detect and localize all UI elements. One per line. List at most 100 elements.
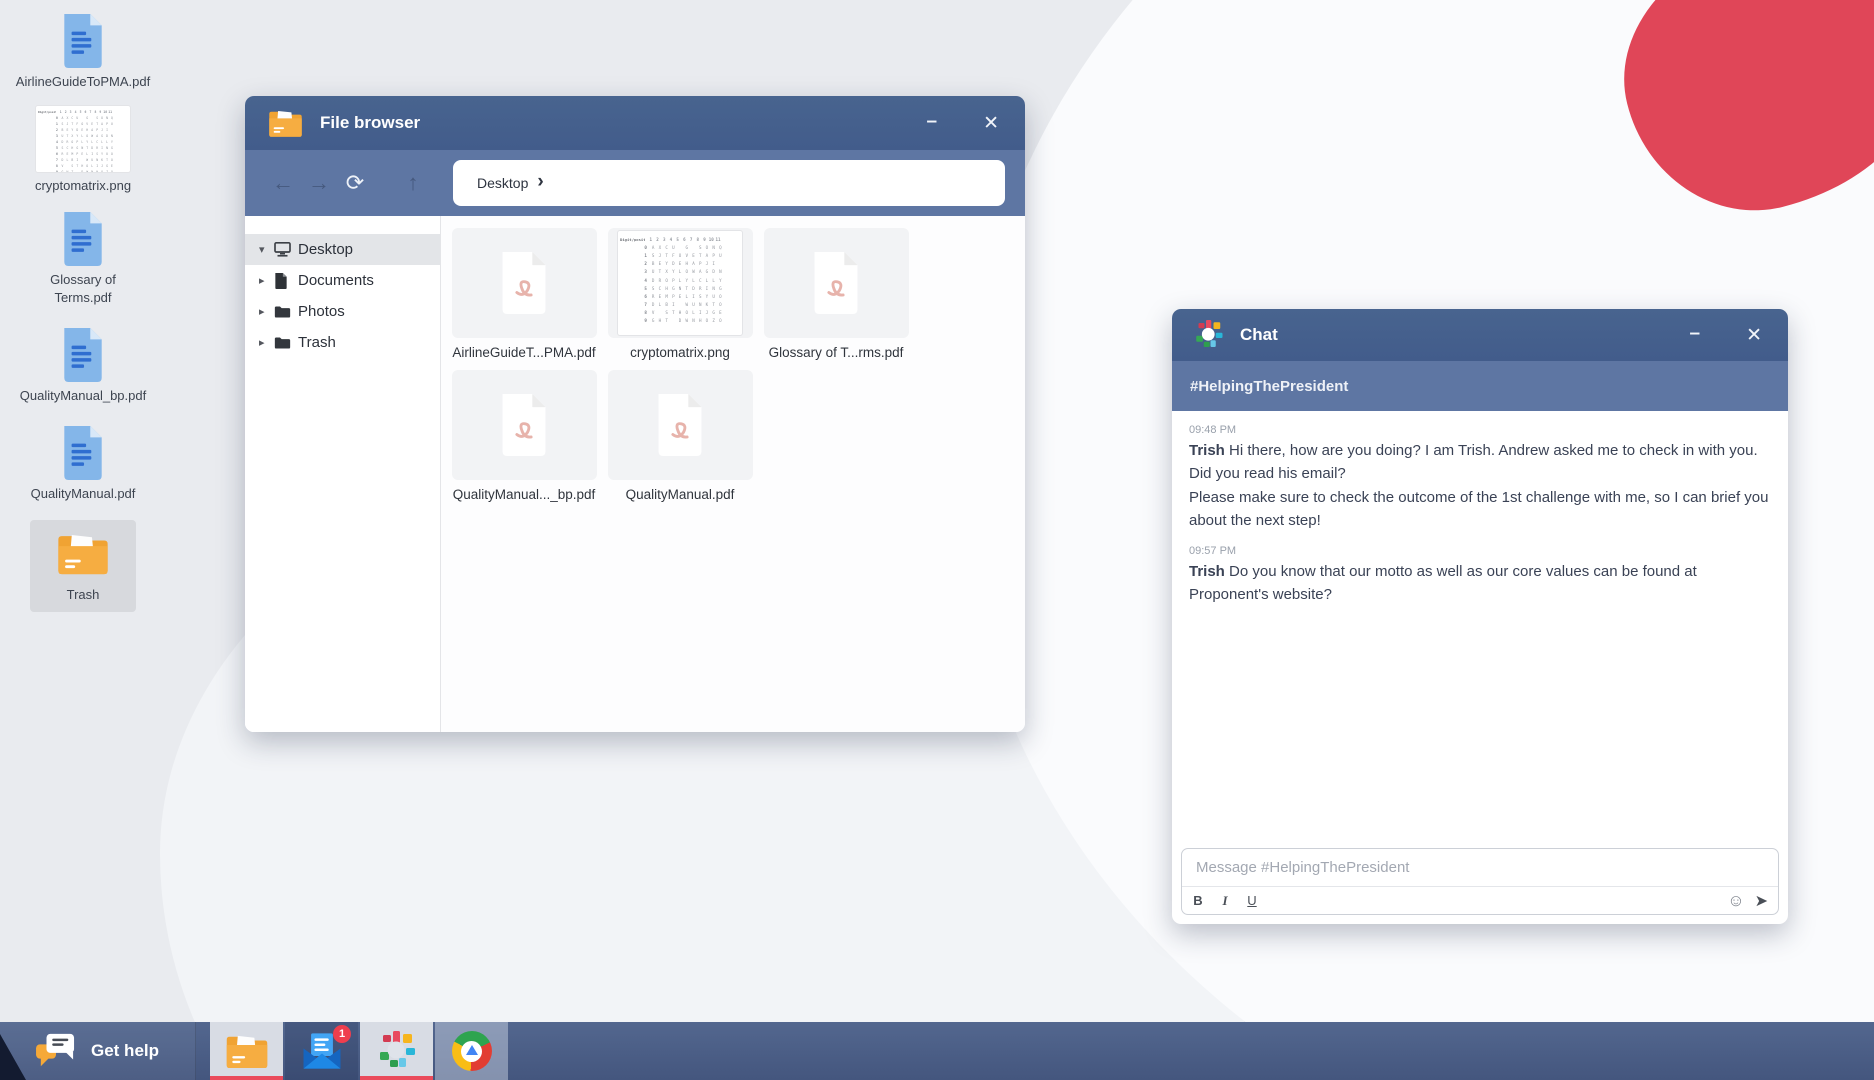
file-grid: AirlineGuideT...PMA.pdf Digit/position12… bbox=[441, 216, 1025, 732]
message-text: Trish Do you know that our motto as well… bbox=[1189, 560, 1771, 607]
file-name: AirlineGuideT...PMA.pdf bbox=[452, 345, 595, 360]
channel-header: #HelpingThePresident bbox=[1172, 361, 1788, 411]
desktop-icon-airlineguide-pdf[interactable]: AirlineGuideToPMA.pdf bbox=[0, 14, 166, 91]
file-item-glossary[interactable]: Glossary of T...rms.pdf bbox=[763, 228, 909, 360]
taskbar-file-browser[interactable] bbox=[210, 1022, 283, 1080]
chat-window: Chat – ✕ #HelpingThePresident 09:48 PM T… bbox=[1172, 309, 1788, 924]
pdf-preview-icon bbox=[498, 252, 550, 314]
file-browser-sidebar: ▾ Desktop ▸ Documents ▸ bbox=[245, 216, 441, 732]
desktop-screen: AirlineGuideToPMA.pdf Digit/position1234… bbox=[0, 0, 1874, 1080]
taskbar-chat[interactable] bbox=[360, 1022, 433, 1080]
browser-icon bbox=[452, 1031, 492, 1071]
breadcrumb-location[interactable]: Desktop bbox=[477, 175, 528, 191]
message-timestamp: 09:48 PM bbox=[1189, 424, 1771, 436]
desktop-icon-qualitymanual-pdf[interactable]: QualityManual.pdf bbox=[0, 426, 166, 503]
get-help-label: Get help bbox=[91, 1041, 159, 1061]
message-body: Hi there, how are you doing? I am Trish.… bbox=[1189, 442, 1758, 482]
refresh-icon[interactable]: ⟳ bbox=[337, 170, 373, 196]
file-item-qualitymanual[interactable]: QualityManual.pdf bbox=[607, 370, 753, 502]
pdf-file-icon bbox=[61, 328, 105, 382]
chat-message-list: 09:48 PM Trish Hi there, how are you doi… bbox=[1172, 411, 1788, 848]
message-timestamp: 09:57 PM bbox=[1189, 545, 1771, 557]
file-thumbnail bbox=[764, 228, 909, 338]
pdf-preview-icon bbox=[498, 394, 550, 456]
window-title: Chat bbox=[1240, 325, 1278, 345]
back-icon[interactable]: ← bbox=[265, 170, 301, 196]
chat-app-icon bbox=[1194, 320, 1224, 350]
minimize-icon[interactable]: – bbox=[1690, 324, 1701, 343]
tree-expander-icon[interactable]: ▸ bbox=[259, 305, 274, 318]
sidebar-item-label: Desktop bbox=[298, 241, 353, 258]
desktop-icon-cryptomatrix-png[interactable]: Digit/position12345678910110AXCU G SONQ1… bbox=[0, 106, 166, 195]
sidebar-item-photos[interactable]: ▸ Photos bbox=[245, 296, 440, 327]
bold-button[interactable]: B bbox=[1192, 893, 1204, 908]
sidebar-item-trash[interactable]: ▸ Trash bbox=[245, 327, 440, 358]
cryptomatrix-grid: Digit/position12345678910110AXCU G SONQ1… bbox=[38, 109, 128, 172]
chat-message: 09:57 PM Trish Do you know that our mott… bbox=[1189, 545, 1771, 607]
chat-app-icon bbox=[377, 1031, 417, 1071]
file-thumbnail bbox=[608, 370, 753, 480]
close-icon[interactable]: ✕ bbox=[1746, 326, 1762, 345]
pdf-preview-icon bbox=[654, 394, 706, 456]
desktop-icon-label: AirlineGuideToPMA.pdf bbox=[16, 73, 150, 91]
breadcrumb[interactable]: Desktop › bbox=[453, 160, 1005, 206]
tree-expander-icon[interactable]: ▸ bbox=[259, 274, 274, 287]
sidebar-item-label: Documents bbox=[298, 272, 374, 289]
folder-icon bbox=[274, 305, 298, 319]
close-icon[interactable]: ✕ bbox=[983, 114, 999, 133]
file-name: Glossary of T...rms.pdf bbox=[769, 345, 904, 360]
emoji-icon[interactable]: ☺ bbox=[1727, 891, 1744, 911]
file-item-qualitymanual-bp[interactable]: QualityManual..._bp.pdf bbox=[451, 370, 597, 502]
underline-button[interactable]: U bbox=[1246, 893, 1258, 908]
get-help-button[interactable]: Get help bbox=[0, 1022, 196, 1080]
file-browser-window: File browser – ✕ ← → ⟳ ↑ Desktop › ▾ bbox=[245, 96, 1025, 732]
message-text: Trish Hi there, how are you doing? I am … bbox=[1189, 439, 1771, 486]
minimize-icon[interactable]: – bbox=[927, 112, 938, 131]
desktop-icon-label: cryptomatrix.png bbox=[35, 177, 131, 195]
pdf-preview-icon bbox=[810, 252, 862, 314]
desktop-icon-label: QualityManual_bp.pdf bbox=[20, 387, 146, 405]
desktop-icon-trash[interactable]: Trash bbox=[0, 520, 166, 612]
cryptomatrix-grid: Digit/position12345678910110AXCU G SONQ1… bbox=[620, 235, 740, 325]
folder-icon bbox=[274, 336, 298, 350]
up-icon[interactable]: ↑ bbox=[395, 170, 431, 196]
send-icon[interactable]: ➤ bbox=[1755, 891, 1768, 911]
message-body-line2: Please make sure to check the outcome of… bbox=[1189, 486, 1771, 533]
chevron-right-icon: › bbox=[537, 171, 543, 193]
cryptomatrix-thumbnail: Digit/position12345678910110AXCU G SONQ1… bbox=[36, 106, 130, 172]
forward-icon[interactable]: → bbox=[301, 170, 337, 196]
trash-folder-icon bbox=[55, 530, 111, 578]
file-thumbnail: Digit/position12345678910110AXCU G SONQ1… bbox=[608, 228, 753, 338]
desktop-icon-label: Trash bbox=[67, 586, 100, 604]
cryptomatrix-preview: Digit/position12345678910110AXCU G SONQ1… bbox=[618, 231, 742, 335]
file-item-airlineguide[interactable]: AirlineGuideT...PMA.pdf bbox=[451, 228, 597, 360]
file-browser-toolbar: ← → ⟳ ↑ Desktop › bbox=[245, 150, 1025, 216]
taskbar-email[interactable]: 1 bbox=[285, 1022, 358, 1080]
file-name: QualityManual..._bp.pdf bbox=[453, 487, 596, 502]
chat-message: 09:48 PM Trish Hi there, how are you doi… bbox=[1189, 424, 1771, 532]
tree-expander-icon[interactable]: ▸ bbox=[259, 336, 274, 349]
monitor-icon bbox=[274, 242, 298, 257]
sidebar-item-label: Photos bbox=[298, 303, 345, 320]
message-body: Do you know that our motto as well as ou… bbox=[1189, 563, 1697, 603]
sidebar-item-documents[interactable]: ▸ Documents bbox=[245, 265, 440, 296]
desktop-icon-glossary-pdf[interactable]: Glossary of Terms.pdf bbox=[0, 212, 166, 306]
pdf-file-icon bbox=[61, 212, 105, 266]
file-item-cryptomatrix[interactable]: Digit/position12345678910110AXCU G SONQ1… bbox=[607, 228, 753, 360]
file-name: cryptomatrix.png bbox=[630, 345, 730, 360]
message-sender: Trish bbox=[1189, 563, 1225, 580]
file-name: QualityManual.pdf bbox=[626, 487, 735, 502]
message-input[interactable]: Message #HelpingThePresident bbox=[1182, 849, 1778, 886]
message-input-placeholder: Message #HelpingThePresident bbox=[1196, 859, 1409, 876]
document-icon bbox=[274, 273, 298, 289]
channel-name: #HelpingThePresident bbox=[1190, 378, 1348, 395]
sidebar-item-desktop[interactable]: ▾ Desktop bbox=[245, 234, 440, 265]
italic-button[interactable]: I bbox=[1219, 893, 1231, 909]
tree-expander-icon[interactable]: ▾ bbox=[259, 243, 274, 256]
taskbar: Get help 1 bbox=[0, 1022, 1874, 1080]
decorative-red-blob bbox=[1596, 0, 1874, 237]
message-sender: Trish bbox=[1189, 442, 1225, 459]
desktop-icon-label: QualityManual.pdf bbox=[31, 485, 136, 503]
taskbar-browser[interactable] bbox=[435, 1022, 508, 1080]
desktop-icon-qualitymanual-bp-pdf[interactable]: QualityManual_bp.pdf bbox=[0, 328, 166, 405]
